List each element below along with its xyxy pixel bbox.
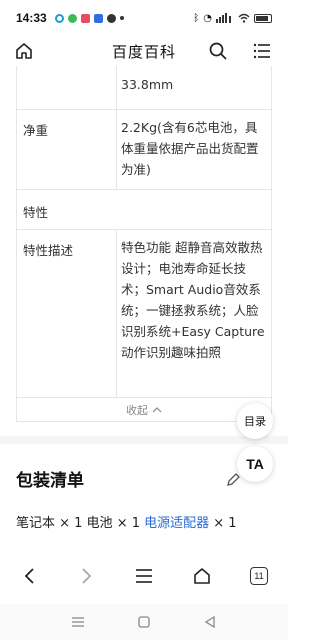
header-bar: 百度百科 xyxy=(0,36,288,66)
alarm-icon: ◔ xyxy=(203,12,212,24)
video-icon xyxy=(80,13,90,23)
collapse-label: 收起 xyxy=(126,403,148,417)
back-button[interactable] xyxy=(14,561,44,591)
dot-icon xyxy=(119,16,124,20)
browser-icon xyxy=(67,13,77,23)
browser-toolbar: 11 xyxy=(0,556,288,596)
baidu-icon xyxy=(93,13,103,23)
toc-button[interactable]: 目录 xyxy=(237,403,273,439)
bluetooth-icon: ᛒ xyxy=(193,12,200,24)
search-icon xyxy=(209,42,227,60)
tabs-button[interactable]: 11 xyxy=(244,561,274,591)
table-row: 净重 2.2Kg(含有6芯电池，具体重量依据产品出货配置为准) xyxy=(17,110,271,190)
chevron-up-icon xyxy=(152,406,162,412)
edit-button[interactable] xyxy=(226,472,240,491)
power-adapter-link[interactable]: 电源适配器 xyxy=(144,516,209,531)
table-value: 33.8mm xyxy=(121,77,174,92)
menu-button[interactable] xyxy=(129,561,159,591)
menu-icon xyxy=(253,43,270,59)
system-home-button[interactable] xyxy=(134,612,154,632)
wifi-icon xyxy=(238,13,250,23)
table-key xyxy=(17,66,117,109)
package-text: × 1 xyxy=(209,516,237,531)
section-title: 包装清单 xyxy=(16,471,84,491)
triangle-back-icon xyxy=(204,616,215,628)
spec-table: 33.8mm 净重 2.2Kg(含有6芯电池，具体重量依据产品出货配置为准) 特… xyxy=(16,66,272,398)
recent-apps-icon xyxy=(72,617,84,627)
table-value: 特色功能 超静音高效散热设计；电池寿命延长技术；Smart Audio音效系统；… xyxy=(121,240,265,360)
system-back-button[interactable] xyxy=(200,612,220,632)
home-button[interactable] xyxy=(11,38,37,64)
collapse-button[interactable]: 收起 xyxy=(16,398,272,422)
page-title: 百度百科 xyxy=(111,42,176,61)
chevron-left-icon xyxy=(24,568,34,584)
signal-icon xyxy=(216,13,231,23)
menu-button[interactable] xyxy=(249,38,275,64)
edit-icon xyxy=(227,473,240,486)
table-row: 特性描述 特色功能 超静音高效散热设计；电池寿命延长技术；Smart Audio… xyxy=(17,230,271,398)
home-icon xyxy=(194,568,210,584)
table-row: 33.8mm xyxy=(17,66,271,110)
chevron-right-icon xyxy=(82,568,92,584)
qq-icon xyxy=(54,13,64,23)
status-bar: 14:33 ᛒ ◔ xyxy=(0,0,288,36)
table-key: 特性 xyxy=(23,205,49,220)
table-key: 净重 xyxy=(17,110,117,189)
recent-apps-button[interactable] xyxy=(68,612,88,632)
status-time: 14:33 xyxy=(16,11,47,25)
table-key: 特性描述 xyxy=(17,230,117,397)
section-divider xyxy=(0,436,288,444)
status-app-icons xyxy=(54,13,124,23)
package-text: 笔记本 × 1 电池 × 1 xyxy=(16,516,145,531)
home-button[interactable] xyxy=(187,561,217,591)
table-row: 特性 xyxy=(17,190,271,230)
search-button[interactable] xyxy=(205,38,231,64)
hamburger-icon xyxy=(136,569,152,583)
home-icon xyxy=(16,43,32,59)
wechat-icon xyxy=(106,13,116,23)
battery-icon xyxy=(254,13,272,23)
forward-button[interactable] xyxy=(72,561,102,591)
table-value: 2.2Kg(含有6芯电池，具体重量依据产品出货配置为准) xyxy=(121,120,259,177)
ta-button[interactable]: TA xyxy=(237,446,273,482)
package-list: 笔记本 × 1 电池 × 1 电源适配器 × 1 xyxy=(16,512,237,531)
square-icon xyxy=(138,616,150,628)
system-nav-bar xyxy=(0,604,288,640)
status-system-icons: ᛒ ◔ xyxy=(193,13,272,24)
tabs-count: 11 xyxy=(250,567,268,585)
